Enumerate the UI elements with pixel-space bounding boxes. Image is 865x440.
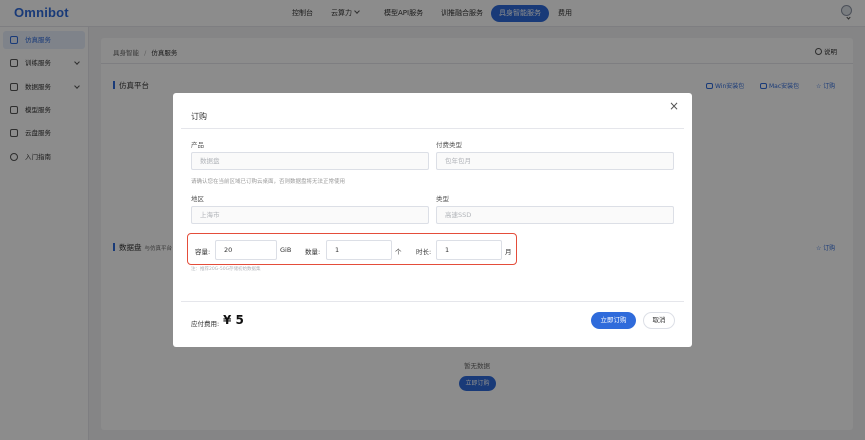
divider [181,301,684,302]
modal-title: 订购 [191,112,207,121]
order-now-button[interactable]: 立即订购 [591,312,636,329]
close-icon[interactable]: × [667,99,681,113]
quantity-input[interactable]: 1 [326,240,392,260]
capacity-note: 注：推荐20G-50G存储初始数据集 [191,267,261,272]
product-label: 产品 [191,141,204,149]
disk-usage-hint: 请确认您在当前区域已订购云桌面，否则数据盘将无法正常使用 [191,179,346,185]
fee-label: 应付费用: [191,320,220,328]
product-select[interactable]: 数据盘 [191,152,429,170]
billing-type-label: 付费类型 [436,141,462,149]
disk-type-label: 类型 [436,195,449,203]
capacity-input[interactable]: 20 [215,240,277,260]
region-select[interactable]: 上海市 [191,206,429,224]
duration-label: 时长: [416,248,432,256]
quantity-unit: 个 [395,248,402,256]
capacity-label: 容量: [195,248,211,256]
order-modal: 订购 × 产品 数据盘 付费类型 包年包月 请确认您在当前区域已订购云桌面，否则… [173,93,692,347]
cancel-button[interactable]: 取消 [643,312,675,329]
quantity-label: 数量: [305,248,321,256]
capacity-unit: GiB [280,246,292,254]
fee-value: ¥ 5 [223,313,244,327]
billing-type-select[interactable]: 包年包月 [436,152,674,170]
duration-input[interactable]: 1 [436,240,502,260]
region-label: 地区 [191,195,204,203]
divider [181,128,684,129]
duration-unit: 月 [505,248,512,256]
disk-type-select[interactable]: 高速SSD [436,206,674,224]
